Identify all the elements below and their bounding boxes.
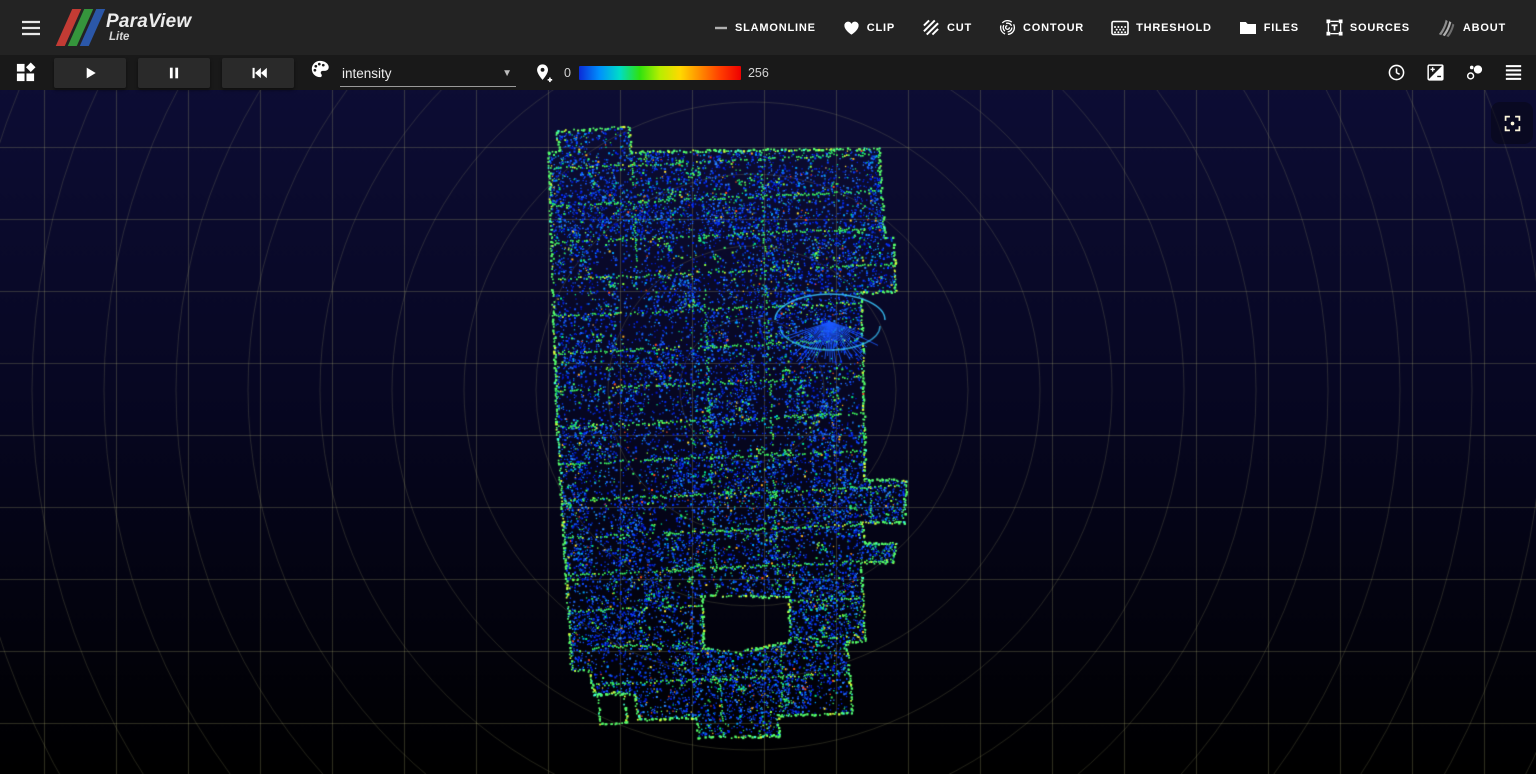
app-bar: ParaView Lite SLAMONLINE CLIP CUT CONTOU…: [0, 0, 1536, 55]
heart-icon: [844, 21, 859, 35]
menu-item-label: ABOUT: [1462, 21, 1506, 34]
skip-previous-icon: [252, 67, 267, 78]
menu-item-about[interactable]: ABOUT: [1437, 18, 1506, 37]
folder-icon: [1239, 22, 1256, 34]
menu-item-label: SLAMONLINE: [735, 21, 816, 34]
add-location-icon: [537, 63, 553, 82]
menu-item-cut[interactable]: CUT: [922, 19, 972, 36]
field-select-value: intensity: [342, 65, 392, 81]
menu-item-label: CUT: [947, 21, 973, 34]
menu-item-contour[interactable]: CONTOUR: [999, 19, 1084, 36]
view-dashboard-icon: [16, 62, 36, 82]
reorder-button[interactable]: [1496, 58, 1530, 88]
skip-previous-button[interactable]: [222, 57, 294, 88]
reorder-icon: [1505, 65, 1521, 80]
colormap-gradient-bar[interactable]: [578, 65, 741, 80]
colormap-legend: 0 256: [564, 65, 769, 80]
bubble-chart-button[interactable]: [1457, 58, 1491, 88]
menu-item-slamonline[interactable]: SLAMONLINE: [714, 21, 816, 35]
minus-icon: [715, 26, 728, 29]
menu-item-files[interactable]: FILES: [1239, 20, 1299, 35]
fingerprint-icon: [999, 19, 1016, 36]
paraview-lite-logo: ParaView Lite: [55, 9, 191, 46]
pause-button[interactable]: [138, 57, 210, 88]
menu-item-label: CONTOUR: [1023, 21, 1085, 34]
pause-icon: [169, 67, 179, 78]
menu-item-label: SOURCES: [1349, 21, 1410, 34]
exposure-icon: [1426, 64, 1444, 81]
menu-item-clip[interactable]: CLIP: [843, 20, 895, 36]
clock-icon: [1388, 64, 1404, 81]
render-view-canvas[interactable]: [0, 90, 1536, 774]
menu-item-label: CLIP: [866, 21, 896, 34]
hamburger-menu-button[interactable]: [8, 5, 54, 51]
add-location-button[interactable]: [526, 58, 560, 88]
animation-time-button[interactable]: [1379, 58, 1413, 88]
logo-stripes: [55, 9, 106, 46]
paraview-mark-icon: [1438, 19, 1455, 37]
logo-text: ParaView Lite: [106, 12, 191, 44]
center-focus-icon: [1504, 115, 1520, 131]
menu-item-sources[interactable]: SOURCES: [1326, 19, 1410, 36]
menu-item-label: THRESHOLD: [1136, 21, 1212, 34]
colormap-min-label: 0: [564, 65, 571, 80]
render-toolbar: intensity ▼ 0 256: [0, 55, 1536, 90]
colormap-max-label: 256: [747, 65, 769, 80]
texture-icon: [1111, 20, 1129, 35]
play-button[interactable]: [54, 57, 126, 88]
hamburger-icon: [22, 20, 40, 35]
exposure-button[interactable]: [1418, 58, 1452, 88]
logo-title: ParaView: [106, 10, 192, 32]
top-menu: SLAMONLINE CLIP CUT CONTOUR THRESHOLD FI…: [714, 18, 1536, 37]
menu-item-threshold[interactable]: THRESHOLD: [1111, 20, 1212, 36]
field-select-box[interactable]: intensity ▼: [340, 62, 516, 87]
menu-item-label: FILES: [1263, 21, 1299, 34]
logo-subtitle: Lite: [109, 30, 130, 43]
format-shapes-icon: [1326, 19, 1343, 36]
play-icon: [86, 67, 96, 78]
view-dashboard-button[interactable]: [8, 58, 42, 88]
hatch-icon: [923, 19, 939, 36]
chevron-down-icon: ▼: [502, 67, 512, 79]
bubble-chart-icon: [1466, 65, 1482, 80]
toolbar-right-icons: [1371, 58, 1536, 88]
reset-camera-button[interactable]: [1491, 102, 1533, 144]
render-viewport: [0, 90, 1536, 774]
palette-icon: [310, 59, 330, 84]
color-field-selector[interactable]: intensity ▼: [310, 59, 516, 87]
